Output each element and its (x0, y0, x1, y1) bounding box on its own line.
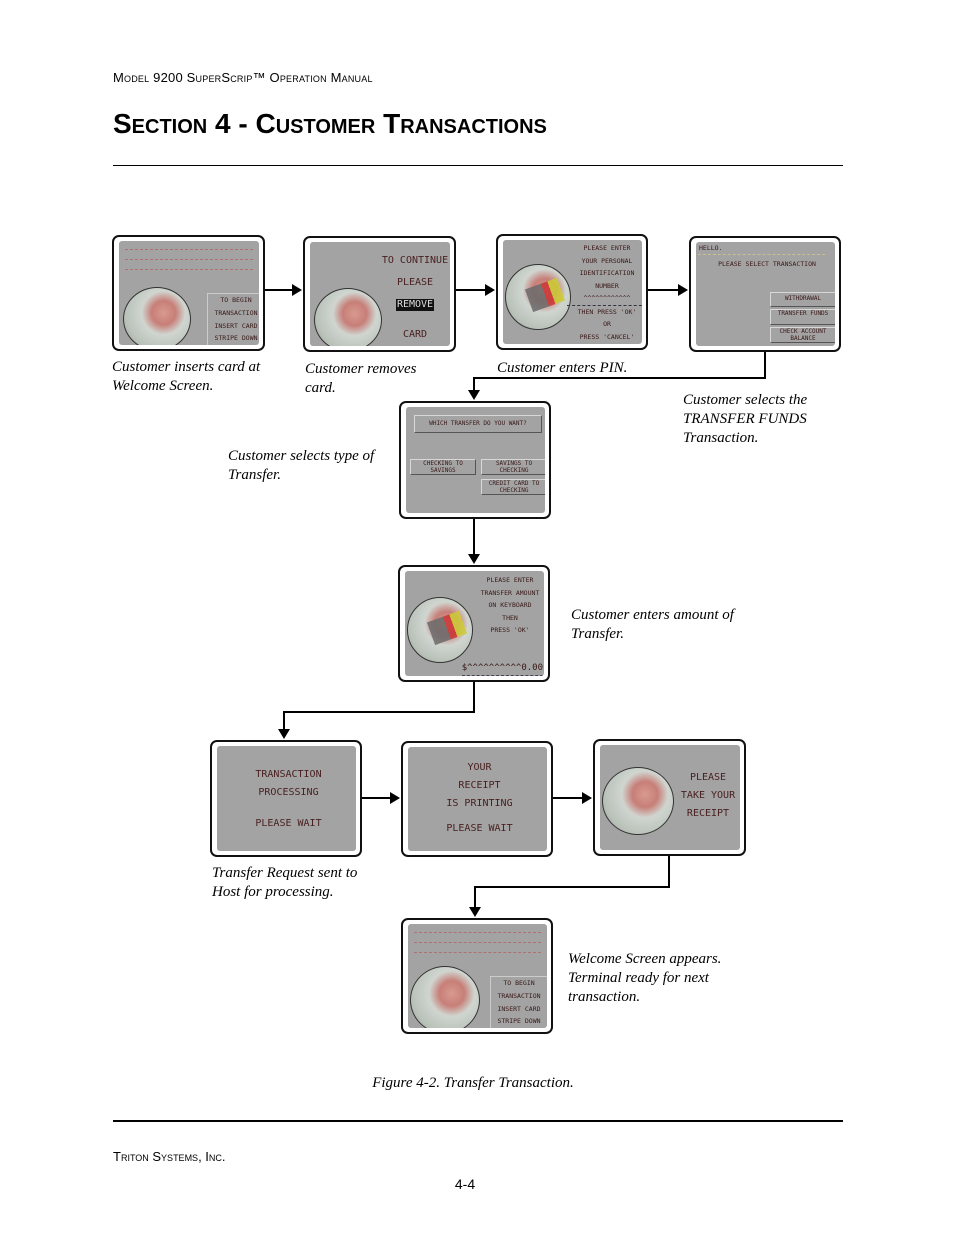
withdrawal-button[interactable]: WITHDRAWAL (770, 292, 835, 307)
figure-caption: Figure 4-2. Transfer Transaction. (372, 1075, 574, 1091)
card-insert-photo (123, 287, 191, 345)
atm-screen-remove-card: TO CONTINUE PLEASE REMOVE CARD (303, 236, 456, 352)
amount-field[interactable]: $^^^^^^^^^^0.00 (461, 662, 543, 676)
atm-screen-welcome-again: TO BEGIN TRANSACTION INSERT CARD STRIPE DOW… (401, 918, 553, 1034)
keypad-photo (505, 264, 571, 330)
screen-text: IS PRINTING (446, 798, 513, 809)
caption-select-transfer: Customer selects the TRANSFER FUNDS Tran… (683, 392, 808, 446)
keypad-photo (407, 597, 473, 663)
footer-rule (113, 1120, 843, 1122)
screen-text: RECEIPT (458, 780, 501, 791)
caption-transfer-type: Customer selects type of Transfer. (228, 448, 375, 483)
caption-welcome-again: Welcome Screen appears. Terminal ready f… (568, 951, 722, 1005)
screen-text: PLEASE (689, 772, 727, 783)
screen-text: PLEASE (396, 277, 434, 288)
screen-text: TRANSACTION (255, 769, 322, 780)
credit-card-to-checking-button[interactable]: CREDIT CARD TO CHECKING (481, 479, 545, 495)
section-title: Section 4 - Customer Transactions (113, 108, 547, 139)
screen-text: PROCESSING (258, 787, 319, 798)
screen-text: CARD (402, 329, 428, 340)
screen-text: PLEASE SELECT TRANSACTION (718, 260, 816, 268)
screen-text: TRANSACTION (214, 308, 258, 317)
running-header: Model 9200 SuperScrip™ Operation Manual (113, 70, 373, 85)
savings-to-checking-button[interactable]: SAVINGS TO CHECKING (481, 459, 545, 475)
transfer-funds-button[interactable]: TRANSFER FUNDS (770, 309, 835, 325)
screen-text: RECEIPT (686, 808, 730, 819)
screen-text: TRANSACTION (497, 991, 541, 1000)
screen-text: NUMBER (595, 281, 619, 290)
screen-text: PLEASE WAIT (446, 823, 513, 834)
screen-text: TO BEGIN (503, 979, 535, 987)
page-number: 4-4 (454, 1176, 476, 1192)
screen-text: STRIPE DOWN (214, 334, 258, 343)
screen-text: THEN PRESS 'OK' (577, 307, 637, 316)
header-rule (113, 165, 843, 166)
screen-text: IDENTIFICATION (579, 269, 635, 277)
screen-text: INSERT CARD (214, 321, 258, 330)
caption-processing: Transfer Request sent to Host for proces… (212, 865, 358, 900)
screen-text: PLEASE ENTER (583, 244, 631, 252)
atm-screen-welcome: TO BEGIN TRANSACTION INSERT CARD STRIPE DOW… (112, 235, 265, 351)
screen-text: THEN (502, 613, 518, 622)
screen-text: YOUR (467, 762, 492, 773)
caption-remove-card: Customer removes card. (305, 361, 417, 396)
atm-screen-transfer-type: WHICH TRANSFER DO YOU WANT? CHECKING TO … (399, 401, 551, 519)
screen-text: TO BEGIN (220, 296, 252, 304)
atm-screen-select-transaction: HELLO. PLEASE SELECT TRANSACTION WITHDRA… (689, 236, 841, 352)
screen-text: PRESS 'CANCEL' (579, 332, 635, 341)
screen-text: HELLO. (699, 244, 723, 252)
screen-text: YOUR PERSONAL (581, 256, 633, 265)
screen-text: INSERT CARD (497, 1004, 541, 1013)
screen-text: REMOVE (395, 299, 435, 311)
atm-screen-enter-pin: PLEASE ENTER YOUR PERSONAL IDENTIFICATION N… (496, 234, 648, 350)
screen-text: TO CONTINUE (381, 255, 449, 266)
screen-text: PLEASE ENTER (486, 576, 534, 584)
screen-text: ON KEYBOARD (488, 601, 532, 609)
pin-entry-field: ^^^^^^^^^^^^ (567, 292, 642, 306)
footer-company: Triton Systems, Inc. (113, 1149, 226, 1164)
caption-insert-card: Customer inserts card at Welcome Screen. (112, 359, 261, 394)
screen-text: PLEASE WAIT (255, 818, 322, 829)
screen-text: OR (603, 320, 611, 328)
transfer-prompt: WHICH TRANSFER DO YOU WANT? (414, 415, 542, 433)
screen-text: STRIPE DOWN (497, 1017, 541, 1026)
receipt-photo (602, 767, 674, 835)
check-balance-button[interactable]: CHECK ACCOUNT BALANCE (770, 327, 835, 343)
atm-screen-enter-amount: PLEASE ENTER TRANSFER AMOUNT ON KEYBOARD TH… (398, 565, 550, 682)
caption-enter-pin: Customer enters PIN. (497, 360, 628, 376)
manual-page: Model 9200 SuperScrip™ Operation Manual … (0, 0, 954, 1235)
screen-text: PRESS 'OK' (490, 626, 530, 634)
atm-screen-processing: TRANSACTION PROCESSING PLEASE WAIT (210, 740, 362, 857)
atm-screen-take-receipt: PLEASE TAKE YOUR RECEIPT (593, 739, 746, 856)
caption-enter-amount: Customer enters amount of Transfer. (571, 607, 734, 642)
checking-to-savings-button[interactable]: CHECKING TO SAVINGS (410, 459, 476, 475)
card-insert-photo (410, 966, 480, 1028)
screen-text: TRANSFER AMOUNT (480, 588, 540, 597)
screen-text: TAKE YOUR (680, 790, 736, 801)
atm-screen-printing: YOUR RECEIPT IS PRINTING PLEASE WAIT (401, 741, 553, 857)
